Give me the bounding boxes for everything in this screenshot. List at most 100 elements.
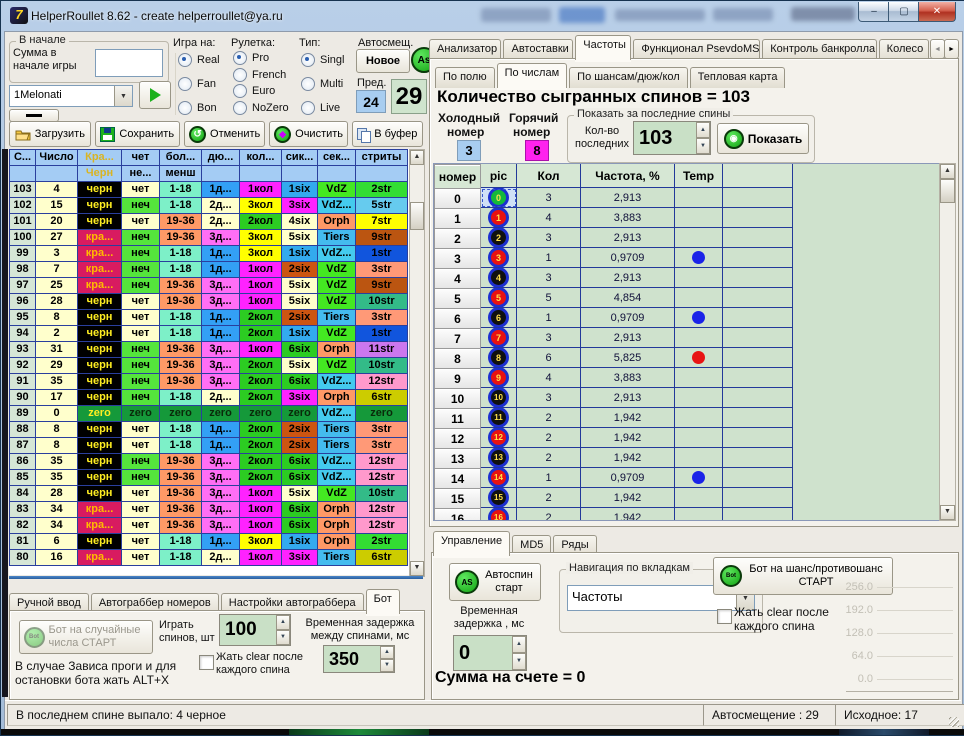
freq-row[interactable]: 4432,913 [434,268,793,289]
table-row[interactable]: 9628чернчет19-363д...1кол5sixVdZ10str [10,294,408,310]
radio-option[interactable]: Bon [178,101,230,115]
spin-up-icon[interactable]: ▲ [696,122,710,138]
freq-row[interactable]: 5554,854 [434,288,793,309]
freq-row[interactable]: 151521,942 [434,488,793,509]
clear-button[interactable]: ◆ Очистить [269,121,347,147]
table-row[interactable]: 1034чернчет1-181д...1кол1sixVdZ2str [10,182,408,198]
radio-icon[interactable] [178,77,192,91]
table-row[interactable]: 10215черннеч1-182д...3кол3sixVdZ...5str [10,198,408,214]
scroll-thumb[interactable] [410,202,424,230]
spin-up-icon[interactable]: ▲ [512,636,526,653]
br-delay-spinner[interactable]: 0 ▲▼ [453,635,527,671]
radio-icon[interactable] [301,77,315,91]
br-clear-checkbox[interactable] [717,609,732,624]
spin-down-icon[interactable]: ▼ [512,653,526,670]
last-count-spinner[interactable]: 103 ▲▼ [633,121,711,155]
radio-icon[interactable] [301,101,315,115]
tab[interactable]: Управление [433,531,510,556]
freq-row[interactable]: 161621,942 [434,508,793,521]
radio-option[interactable]: French [233,68,293,82]
table-row[interactable]: 8428чернчет19-363д...1кол5sixVdZ10str [10,486,408,502]
scroll-thumb[interactable] [940,179,955,203]
freq-row[interactable]: 9943,883 [434,368,793,389]
tab[interactable]: По числам [497,63,568,88]
radio-icon[interactable] [233,101,247,115]
table-row[interactable]: 987кра...неч1-181д...1кол2sixVdZ3str [10,262,408,278]
history-table[interactable]: С...ЧислоКра...четбол...дю...кол...сик..… [9,149,409,575]
freq-row[interactable]: 121221,942 [434,428,793,449]
tab[interactable]: По полю [435,67,495,88]
title-bar[interactable]: 7 HelperRoullet 8.62 - create helperroul… [1,1,964,31]
frequency-table-scrollbar[interactable]: ▲ ▼ [939,163,956,521]
undo-button[interactable]: ↺ Отменить [184,121,266,147]
tab[interactable]: По шансам/дюж/кол [569,67,688,88]
resize-grip[interactable] [949,717,959,727]
radio-icon[interactable] [233,51,247,65]
freq-row[interactable]: 7732,913 [434,328,793,349]
freq-row[interactable]: 111121,942 [434,408,793,429]
tab[interactable]: Функционал PsevdoMS [633,39,760,60]
spin-down-icon[interactable]: ▼ [276,630,290,645]
scroll-up-icon[interactable]: ▲ [940,164,955,179]
play-spins-spinner[interactable]: 100 ▲▼ [219,614,291,646]
spin-down-icon[interactable]: ▼ [696,138,710,154]
freq-row[interactable]: 8865,825 [434,348,793,369]
freq-row[interactable]: 1143,883 [434,208,793,229]
scroll-down-icon[interactable]: ▼ [410,561,424,576]
close-button[interactable]: ✕ [918,2,956,22]
freq-row[interactable]: 0032,913 [434,188,793,209]
copy-buffer-button[interactable]: В буфер [352,121,423,147]
radio-option[interactable]: Pro [233,51,293,65]
freq-row[interactable]: 131321,942 [434,448,793,469]
show-button[interactable]: ◉ Показать [717,123,809,154]
tab[interactable]: Автоставки [503,39,573,60]
tab[interactable]: Тепловая карта [690,67,786,88]
preset-combobox[interactable]: 1Melonati ▼ [9,85,133,107]
table-row[interactable]: 9331черннеч19-363д...1кол6sixOrph11str [10,342,408,358]
radio-option[interactable]: Singl [301,53,353,67]
table-row[interactable]: 8635черннеч19-363д...2кол6sixVdZ...12str [10,454,408,470]
tabs-scroll-right[interactable]: ► [944,39,959,59]
radio-option[interactable]: Real [178,53,230,67]
tabs-scroll-left[interactable]: ◄ [930,39,945,59]
table-row[interactable]: 890zerozerozerozerozerozeroVdZ...zero [10,406,408,422]
freq-row[interactable]: 101032,913 [434,388,793,409]
radio-icon[interactable] [233,84,247,98]
start-sum-input[interactable] [95,49,163,77]
table-row[interactable]: 8016кра...чет1-182д...1кол3sixTiers6str [10,550,408,566]
table-row[interactable]: 10120чернчет19-362д...2кол4sixOrph7str [10,214,408,230]
scroll-down-icon[interactable]: ▼ [940,505,955,520]
frequency-table[interactable]: номерpicКолЧастота, %Temp0032,9131143,88… [433,163,941,521]
tab[interactable]: Контроль банкролла [762,39,876,60]
save-button[interactable]: Сохранить [95,121,180,147]
table-row[interactable]: 888чернчет1-181д...2кол2sixTiers3str [10,422,408,438]
table-row[interactable]: 8535черннеч19-363д...2кол6sixVdZ...12str [10,470,408,486]
radio-option[interactable]: Fan [178,77,230,91]
table-row[interactable]: 8334кра...чет19-363д...1кол6sixOrph12str [10,502,408,518]
table-row[interactable]: 9135черннеч19-363д...2кол6sixVdZ...12str [10,374,408,390]
spin-up-icon[interactable]: ▲ [380,646,394,659]
tab[interactable]: Колесо [879,39,929,60]
radio-icon[interactable] [233,68,247,82]
table-row[interactable]: 816чернчет1-181д...3кол1sixOrph2str [10,534,408,550]
spin-up-icon[interactable]: ▲ [276,615,290,630]
bl-clear-checkbox[interactable] [199,655,214,670]
table-row[interactable]: 942чернчет1-181д...2кол1sixVdZ1str [10,326,408,342]
table-row[interactable]: 9017черннеч1-182д...2кол3sixOrph6str [10,390,408,406]
freq-row[interactable]: 2232,913 [434,228,793,249]
autospin-start-button[interactable]: AS Автоспин старт [449,563,541,601]
bl-delay-spinner[interactable]: 350 ▲▼ [323,645,395,673]
radio-option[interactable]: Euro [233,84,293,98]
bot-random-button[interactable]: Bot Бот на случайные числа СТАРТ [19,620,153,654]
history-table-scrollbar[interactable]: ▲ ▼ [409,149,425,577]
freq-row[interactable]: 6610,9709 [434,308,793,329]
tab[interactable]: Частоты [575,35,631,60]
maximize-button[interactable]: ▢ [888,2,920,22]
spin-down-icon[interactable]: ▼ [380,659,394,672]
radio-option[interactable]: Multi [301,77,353,91]
table-row[interactable]: 9229черннеч19-363д...2кол5sixVdZ10str [10,358,408,374]
radio-icon[interactable] [178,101,192,115]
table-row[interactable]: 10027кра...неч19-363д...3кол5sixTiers9st… [10,230,408,246]
freq-row[interactable]: 141410,9709 [434,468,793,489]
tab[interactable]: Бот [366,589,400,614]
